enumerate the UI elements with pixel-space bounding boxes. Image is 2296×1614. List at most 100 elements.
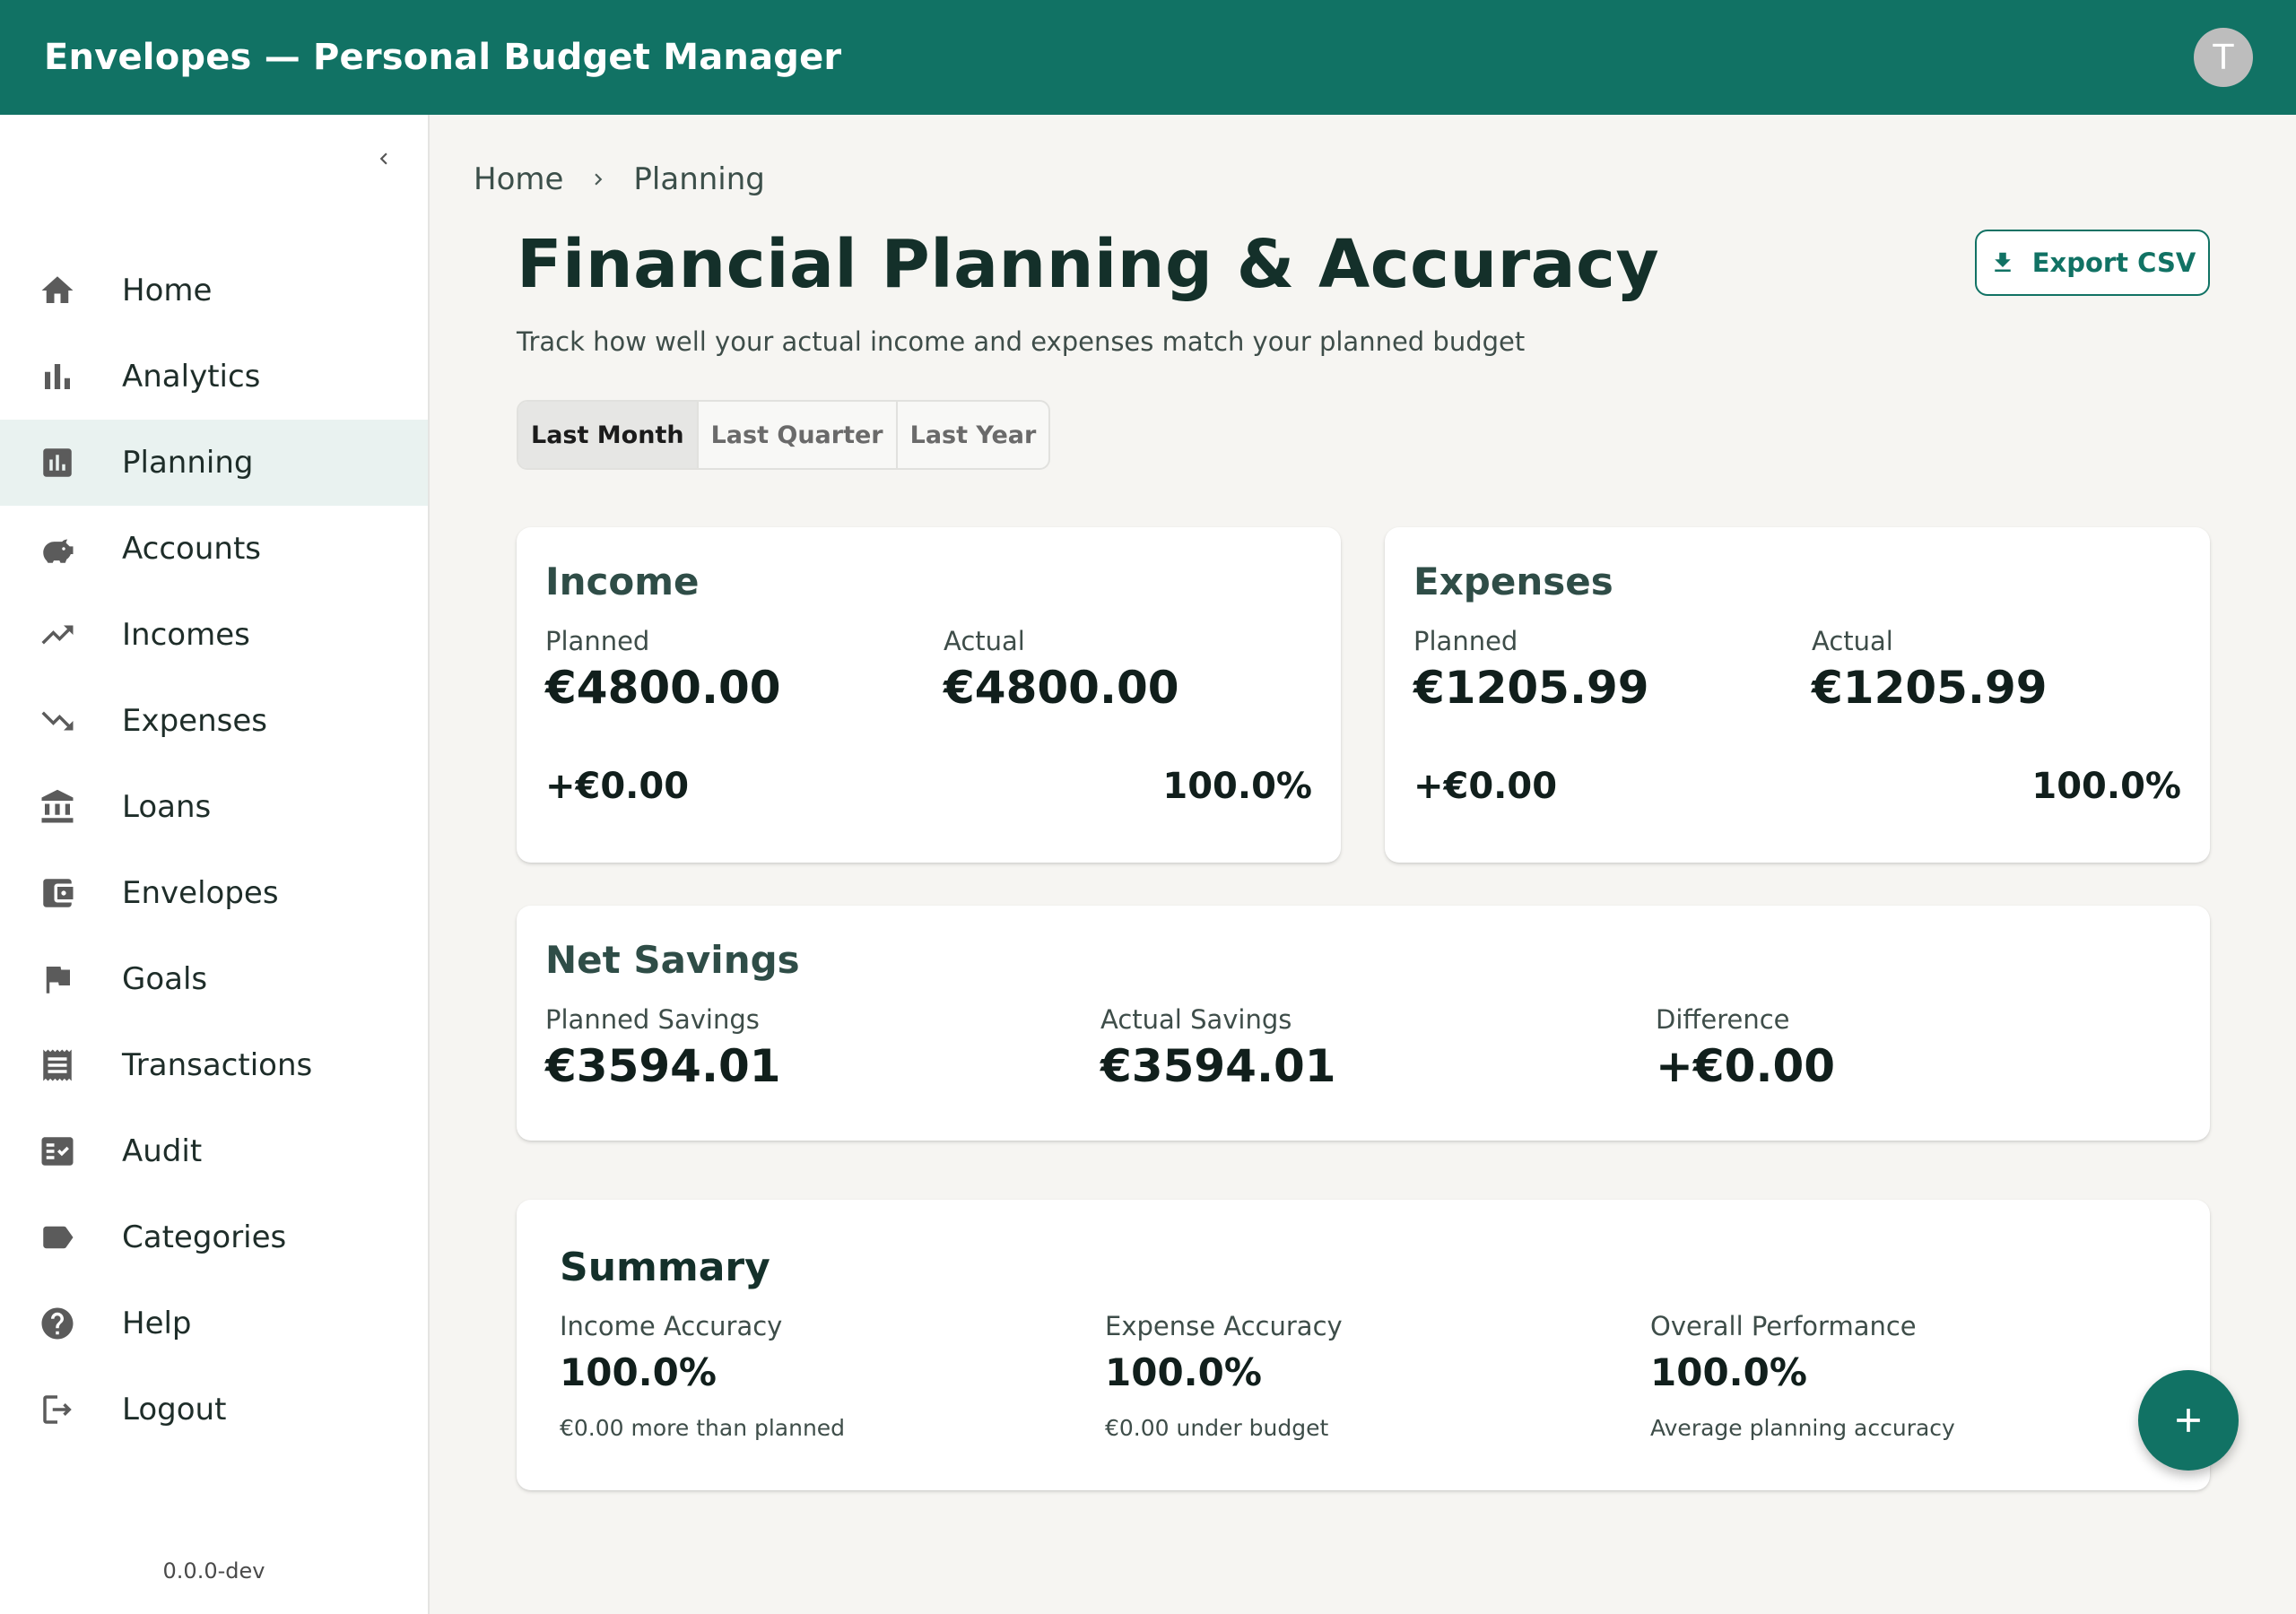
receipt-icon xyxy=(36,1044,79,1087)
expense-accuracy-note: €0.00 under budget xyxy=(1105,1415,1329,1441)
income-card: Income Planned €4800.00 Actual €4800.00 … xyxy=(517,527,1341,863)
breadcrumb-current: Planning xyxy=(633,161,765,197)
sidebar-item-label: Home xyxy=(122,273,213,308)
chevron-left-icon xyxy=(379,152,387,165)
page-subtitle: Track how well your actual income and ex… xyxy=(517,326,1526,357)
income-planned-value: €4800.00 xyxy=(545,662,781,714)
app-version: 0.0.0-dev xyxy=(162,1558,265,1584)
breadcrumb: Home Planning xyxy=(474,158,765,201)
expense-accuracy-value: 100.0% xyxy=(1105,1350,1262,1394)
sidebar-item-label: Envelopes xyxy=(122,875,279,911)
bar-chart-icon xyxy=(36,355,79,398)
period-toggle: Last Month Last Quarter Last Year xyxy=(517,400,1051,470)
period-last-month[interactable]: Last Month xyxy=(518,402,699,468)
net-savings-card: Net Savings Planned Savings €3594.01 Act… xyxy=(517,906,2210,1141)
fact-check-icon xyxy=(36,1130,79,1173)
sidebar-item-accounts[interactable]: Accounts xyxy=(0,506,428,592)
collapse-sidebar-button[interactable] xyxy=(363,138,404,179)
expenses-card: Expenses Planned €1205.99 Actual €1205.9… xyxy=(1385,527,2210,863)
sidebar-item-label: Logout xyxy=(122,1392,227,1427)
planning-icon xyxy=(36,441,79,484)
expenses-planned-label: Planned xyxy=(1413,626,1518,656)
sidebar-item-label: Planning xyxy=(122,445,254,481)
expense-accuracy-label: Expense Accuracy xyxy=(1105,1311,1343,1341)
breadcrumb-home-link[interactable]: Home xyxy=(474,161,563,197)
sidebar-item-transactions[interactable]: Transactions xyxy=(0,1022,428,1108)
piggy-bank-icon xyxy=(36,527,79,570)
expenses-difference: +€0.00 xyxy=(1413,766,1558,807)
overall-performance-note: Average planning accuracy xyxy=(1650,1415,1955,1441)
sidebar-item-planning[interactable]: Planning xyxy=(0,420,428,506)
expenses-planned-value: €1205.99 xyxy=(1413,662,1649,714)
income-actual-value: €4800.00 xyxy=(944,662,1179,714)
income-accuracy-value: 100.0% xyxy=(560,1350,717,1394)
income-accuracy-label: Income Accuracy xyxy=(560,1311,783,1341)
sidebar-item-label: Loans xyxy=(122,789,212,825)
plus-icon xyxy=(2177,1409,2200,1432)
sidebar-item-help[interactable]: Help xyxy=(0,1280,428,1367)
export-csv-label: Export CSV xyxy=(2031,247,2196,278)
sidebar-item-logout[interactable]: Logout xyxy=(0,1367,428,1453)
wallet-icon xyxy=(36,872,79,915)
help-icon xyxy=(36,1302,79,1345)
actual-savings-label: Actual Savings xyxy=(1100,1004,1292,1035)
income-accuracy: 100.0% xyxy=(1162,766,1312,807)
sidebar-item-label: Analytics xyxy=(122,359,261,395)
app-bar: Envelopes — Personal Budget Manager T xyxy=(0,0,2296,115)
income-actual-label: Actual xyxy=(944,626,1025,656)
income-planned-label: Planned xyxy=(545,626,650,656)
export-csv-button[interactable]: Export CSV xyxy=(1975,230,2210,296)
bank-icon xyxy=(36,785,79,829)
sidebar-item-categories[interactable]: Categories xyxy=(0,1194,428,1280)
page-title: Financial Planning & Accuracy xyxy=(517,226,1660,303)
period-last-quarter[interactable]: Last Quarter xyxy=(699,402,898,468)
summary-title: Summary xyxy=(560,1245,770,1290)
sidebar-item-label: Help xyxy=(122,1306,192,1341)
planned-savings-label: Planned Savings xyxy=(545,1004,760,1035)
trending-up-icon xyxy=(36,613,79,656)
income-card-title: Income xyxy=(545,560,700,603)
sidebar-item-goals[interactable]: Goals xyxy=(0,936,428,1022)
period-last-year[interactable]: Last Year xyxy=(898,402,1049,468)
savings-difference-value: +€0.00 xyxy=(1656,1040,1836,1092)
summary-card: Summary Income Accuracy 100.0% €0.00 mor… xyxy=(517,1200,2210,1490)
add-fab-button[interactable] xyxy=(2138,1370,2239,1471)
sidebar-item-label: Goals xyxy=(122,961,208,997)
sidebar-item-home[interactable]: Home xyxy=(0,247,428,334)
download-icon xyxy=(1994,252,2011,272)
chevron-right-icon xyxy=(587,168,610,191)
label-icon xyxy=(36,1216,79,1259)
app-title: Envelopes — Personal Budget Manager xyxy=(44,37,842,78)
sidebar-item-label: Incomes xyxy=(122,617,250,653)
sidebar-item-expenses[interactable]: Expenses xyxy=(0,678,428,764)
trending-down-icon xyxy=(36,699,79,742)
actual-savings-value: €3594.01 xyxy=(1100,1040,1336,1092)
sidebar-item-label: Transactions xyxy=(122,1047,313,1083)
flag-icon xyxy=(36,958,79,1001)
sidebar-item-label: Accounts xyxy=(122,531,261,567)
expenses-actual-label: Actual xyxy=(1812,626,1893,656)
sidebar: Home Analytics Planning Accounts Incomes… xyxy=(0,115,430,1614)
overall-performance-label: Overall Performance xyxy=(1650,1311,1917,1341)
planned-savings-value: €3594.01 xyxy=(545,1040,781,1092)
sidebar-item-audit[interactable]: Audit xyxy=(0,1108,428,1194)
income-difference: +€0.00 xyxy=(545,766,690,807)
expenses-actual-value: €1205.99 xyxy=(1812,662,2048,714)
savings-difference-label: Difference xyxy=(1656,1004,1790,1035)
sidebar-item-envelopes[interactable]: Envelopes xyxy=(0,850,428,936)
logout-icon xyxy=(36,1388,79,1431)
sidebar-item-label: Audit xyxy=(122,1133,203,1169)
sidebar-item-label: Expenses xyxy=(122,703,267,739)
expenses-accuracy: 100.0% xyxy=(2031,766,2181,807)
home-icon xyxy=(36,269,79,312)
income-accuracy-note: €0.00 more than planned xyxy=(560,1415,846,1441)
overall-performance-value: 100.0% xyxy=(1650,1350,1807,1394)
sidebar-item-loans[interactable]: Loans xyxy=(0,764,428,850)
net-savings-title: Net Savings xyxy=(545,938,800,982)
sidebar-item-label: Categories xyxy=(122,1219,287,1255)
sidebar-item-analytics[interactable]: Analytics xyxy=(0,334,428,420)
sidebar-nav: Home Analytics Planning Accounts Incomes… xyxy=(0,247,428,1453)
avatar[interactable]: T xyxy=(2194,28,2253,87)
expenses-card-title: Expenses xyxy=(1413,560,1613,603)
sidebar-item-incomes[interactable]: Incomes xyxy=(0,592,428,678)
